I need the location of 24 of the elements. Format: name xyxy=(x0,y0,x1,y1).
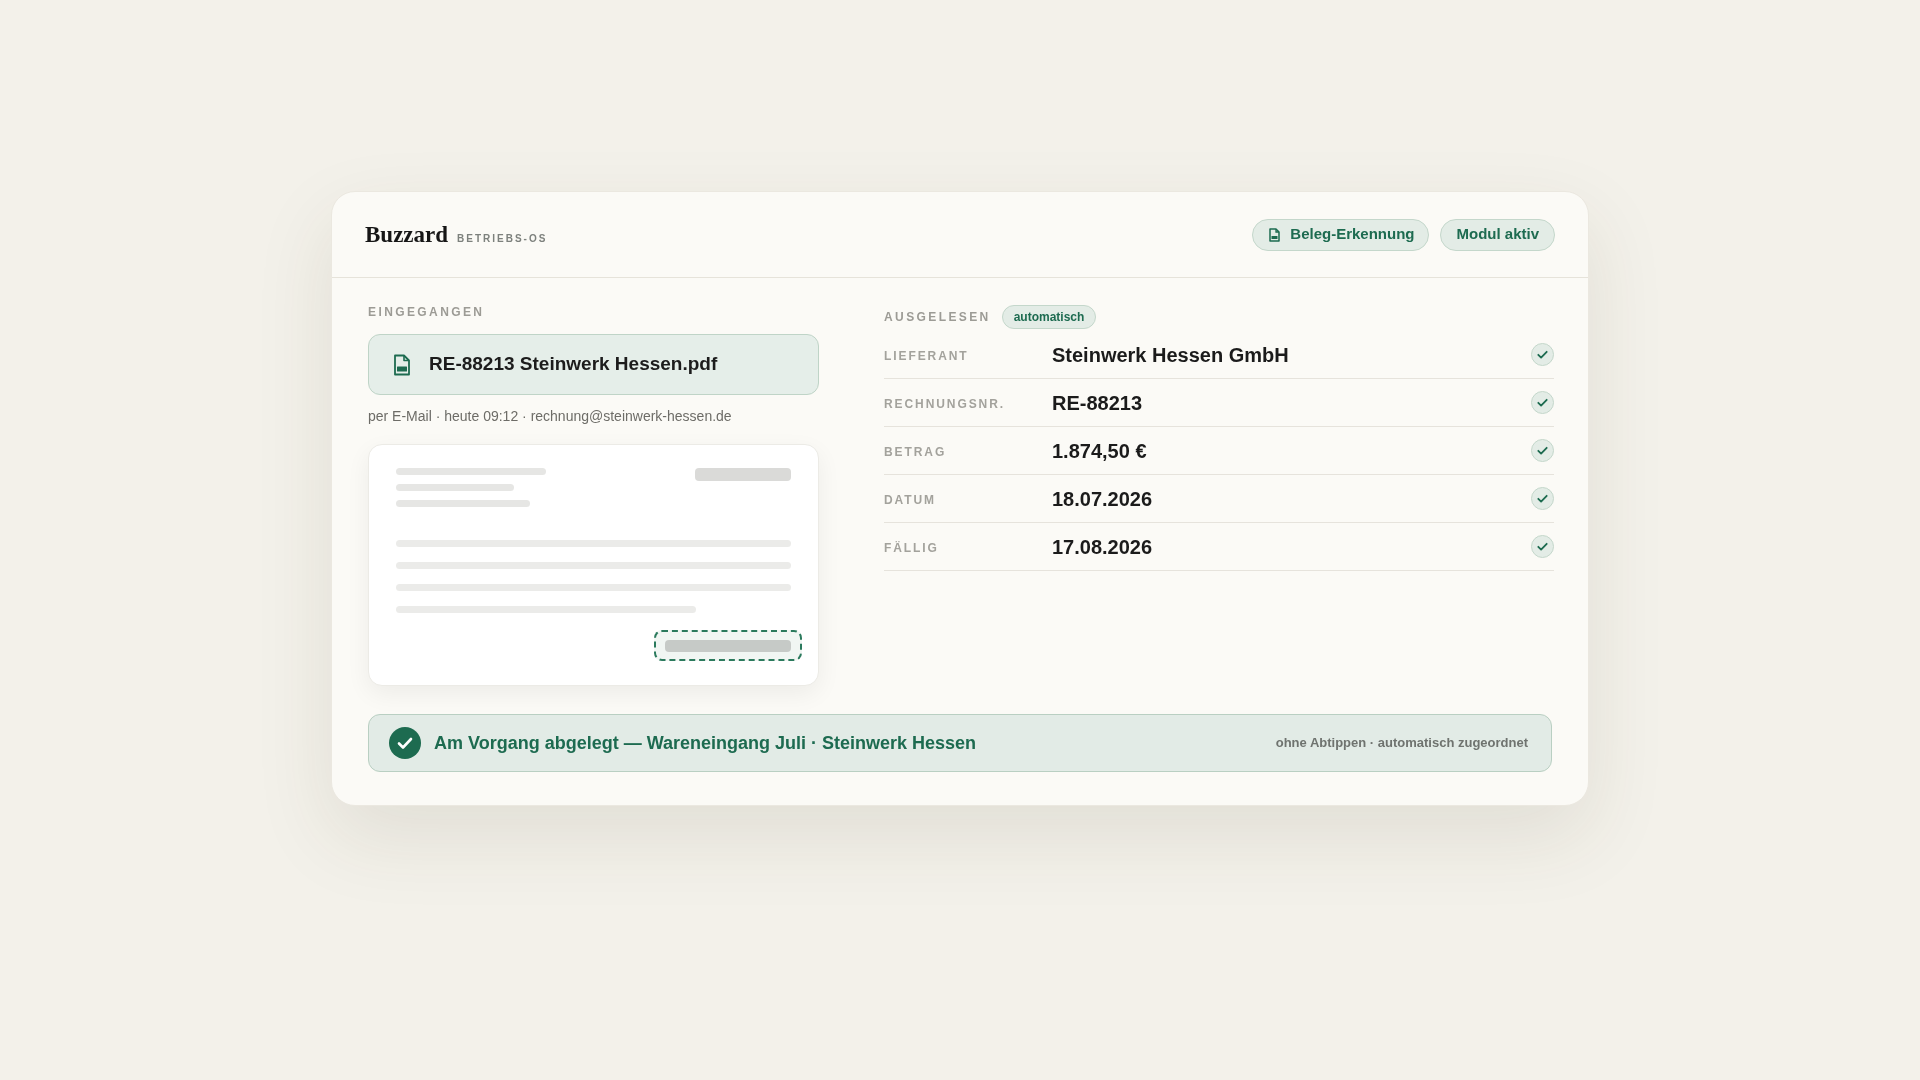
status-message: Am Vorgang abgelegt — Wareneingang Juli · Steinwerk Hessen xyxy=(434,731,977,755)
feature-pill: Beleg-Erkennung xyxy=(1252,218,1430,251)
pdf-file-icon xyxy=(394,353,410,376)
section-heading: EINGEGANGEN xyxy=(368,304,486,320)
field-value: 18.07.2026 xyxy=(1052,486,1154,512)
section-heading: AUSGELESEN xyxy=(884,309,991,325)
receipt-meta: per E-Mail · heute 09:12 · rechnung@steinwerk-hessen.de xyxy=(368,407,733,426)
field-label: BETRAG xyxy=(884,444,948,461)
field-label: RECHNUNGSNR. xyxy=(884,396,1007,413)
check-circle-icon xyxy=(389,727,421,759)
status-note: ohne Abtippen · automatisch zugeordnet xyxy=(1275,734,1528,753)
field-label: FÄLLIG xyxy=(884,540,940,557)
field-label: LIEFERANT xyxy=(884,348,970,365)
field-value: Steinwerk Hessen GmbH xyxy=(1052,342,1290,368)
document-icon xyxy=(1269,227,1281,242)
field-value: RE-88213 xyxy=(1052,390,1144,416)
auto-badge: automatisch xyxy=(1001,305,1097,329)
status-pill: Modul aktiv xyxy=(1440,218,1555,251)
file-attachment[interactable]: RE-88213 Steinwerk Hessen.pdf xyxy=(368,334,819,395)
logo-wordmark: Buzzard xyxy=(365,223,449,246)
field-label: DATUM xyxy=(884,492,938,509)
product-subtitle: BETRIEBS-OS xyxy=(457,234,548,244)
field-value: 17.08.2026 xyxy=(1052,534,1154,560)
field-value: 1.874,50 € xyxy=(1052,438,1148,464)
